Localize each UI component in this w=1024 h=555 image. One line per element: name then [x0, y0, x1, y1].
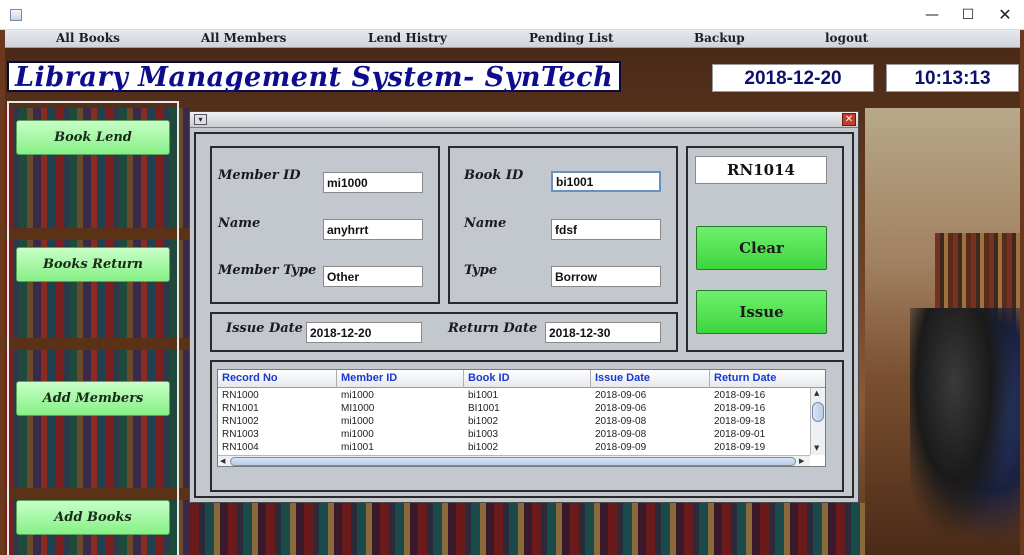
table-cell: 2018-09-16 — [714, 390, 766, 401]
column-header[interactable]: Record No — [218, 370, 337, 388]
table-cell: 2018-09-19 — [714, 442, 766, 453]
window-titlebar: — ☐ ✕ — [0, 0, 1024, 30]
table-cell: RN1000 — [222, 390, 259, 401]
book-lend-button[interactable]: Book Lend — [16, 120, 170, 155]
return-date-label: Return Date — [448, 321, 538, 336]
table-cell: 2018-09-18 — [714, 416, 766, 427]
table-cell: 2018-09-06 — [595, 390, 647, 401]
scroll-left-icon[interactable]: ◀ — [220, 457, 225, 465]
book-id-label: Book ID — [464, 168, 524, 183]
member-id-field[interactable] — [323, 172, 423, 193]
scroll-right-icon[interactable]: ▶ — [799, 457, 804, 465]
book-details-group: Book ID Name Type — [448, 146, 678, 304]
table-cell: BI1001 — [468, 403, 500, 414]
current-date: 2018-12-20 — [712, 64, 874, 92]
book-id-field[interactable] — [551, 171, 661, 192]
maximize-button[interactable]: ☐ — [949, 0, 987, 30]
issue-date-label: Issue Date — [226, 321, 303, 336]
table-cell: mi1000 — [341, 390, 374, 401]
table-cell: bi1002 — [468, 442, 499, 453]
menu-lend-history[interactable]: Lend Histry — [368, 30, 447, 48]
column-header[interactable]: Book ID — [464, 370, 591, 388]
app-title-banner: Library Management System- SynTech — [7, 61, 621, 93]
member-id-label: Member ID — [218, 168, 301, 183]
app-title: Library Management System- SynTech — [15, 62, 614, 93]
book-name-field[interactable] — [551, 219, 661, 240]
table-row[interactable]: RN1000 mi1000 bi1001 2018-09-06 2018-09-… — [218, 389, 810, 402]
close-button[interactable]: ✕ — [986, 0, 1024, 30]
menu-pending-list[interactable]: Pending List — [529, 30, 614, 48]
issue-button[interactable]: Issue — [696, 290, 827, 334]
frame-menu-icon[interactable]: ▾ — [194, 114, 207, 125]
table-cell: 2018-09-06 — [595, 403, 647, 414]
bookshelf-bottom — [190, 503, 865, 555]
table-cell: 2018-09-16 — [714, 403, 766, 414]
menu-bar: All Books All Members Lend Histry Pendin… — [5, 30, 1020, 48]
table-cell: 2018-09-08 — [595, 429, 647, 440]
app-icon — [10, 9, 22, 21]
current-time: 10:13:13 — [886, 64, 1019, 92]
column-header[interactable]: Issue Date — [591, 370, 710, 388]
column-header[interactable]: Member ID — [337, 370, 464, 388]
table-cell: mi1001 — [341, 442, 374, 453]
return-date-field[interactable] — [545, 322, 661, 343]
table-cell: bi1001 — [468, 390, 499, 401]
menu-all-members[interactable]: All Members — [201, 30, 286, 48]
member-name-label: Name — [218, 216, 261, 231]
minimize-button[interactable]: — — [913, 0, 951, 30]
book-type-field[interactable] — [551, 266, 661, 287]
people-silhouettes — [910, 308, 1020, 555]
table-cell: mi1000 — [341, 416, 374, 427]
books-return-button[interactable]: Books Return — [16, 247, 170, 282]
internal-frame-titlebar[interactable]: ▾ ✕ — [190, 112, 858, 128]
lend-records-table[interactable]: Record No Member ID Book ID Issue Date R… — [217, 369, 826, 467]
table-header: Record No Member ID Book ID Issue Date R… — [218, 370, 825, 388]
member-type-field[interactable] — [323, 266, 423, 287]
member-name-field[interactable] — [323, 219, 423, 240]
frame-close-button[interactable]: ✕ — [842, 113, 856, 126]
table-cell: RN1001 — [222, 403, 259, 414]
table-cell: RN1003 — [222, 429, 259, 440]
table-cell: bi1003 — [468, 429, 499, 440]
menu-backup[interactable]: Backup — [694, 30, 745, 48]
action-group: RN1014 Clear Issue — [686, 146, 844, 352]
table-row[interactable]: RN1004 mi1001 bi1002 2018-09-09 2018-09-… — [218, 441, 810, 454]
member-type-label: Member Type — [218, 263, 317, 278]
add-books-button[interactable]: Add Books — [16, 500, 170, 535]
table-row[interactable]: RN1003 mi1000 bi1003 2018-09-08 2018-09-… — [218, 428, 810, 441]
clear-button[interactable]: Clear — [696, 226, 827, 270]
table-cell: 2018-09-08 — [595, 416, 647, 427]
side-navigation: Book Lend Books Return Add Members Add B… — [7, 101, 179, 555]
book-name-label: Name — [464, 216, 507, 231]
table-cell: RN1002 — [222, 416, 259, 427]
scroll-down-icon[interactable]: ▼ — [814, 444, 819, 452]
menu-logout[interactable]: logout — [825, 30, 868, 48]
vertical-scroll-thumb[interactable] — [812, 402, 824, 422]
record-number-display: RN1014 — [695, 156, 827, 184]
book-type-label: Type — [464, 263, 498, 278]
table-cell: MI1000 — [341, 403, 375, 414]
add-members-button[interactable]: Add Members — [16, 381, 170, 416]
table-cell: mi1000 — [341, 429, 374, 440]
dates-group: Issue Date Return Date — [210, 312, 678, 352]
table-cell: RN1004 — [222, 442, 259, 453]
table-cell: 2018-09-01 — [714, 429, 766, 440]
table-cell: 2018-09-09 — [595, 442, 647, 453]
book-lend-window: ▾ ✕ Member ID Name Member Type Book ID N… — [189, 111, 859, 503]
scroll-up-icon[interactable]: ▲ — [814, 389, 819, 397]
table-row[interactable]: RN1002 mi1000 bi1002 2018-09-08 2018-09-… — [218, 415, 810, 428]
table-row[interactable]: RN1001 MI1000 BI1001 2018-09-06 2018-09-… — [218, 402, 810, 415]
horizontal-scroll-thumb[interactable] — [230, 457, 796, 466]
issue-date-field[interactable] — [306, 322, 422, 343]
column-header[interactable]: Return Date — [710, 370, 825, 388]
table-cell: bi1002 — [468, 416, 499, 427]
table-vertical-scrollbar[interactable]: ▲ ▼ — [810, 388, 825, 455]
table-horizontal-scrollbar[interactable]: ◀ ▶ — [218, 455, 810, 466]
menu-all-books[interactable]: All Books — [56, 30, 120, 48]
member-details-group: Member ID Name Member Type — [210, 146, 440, 304]
